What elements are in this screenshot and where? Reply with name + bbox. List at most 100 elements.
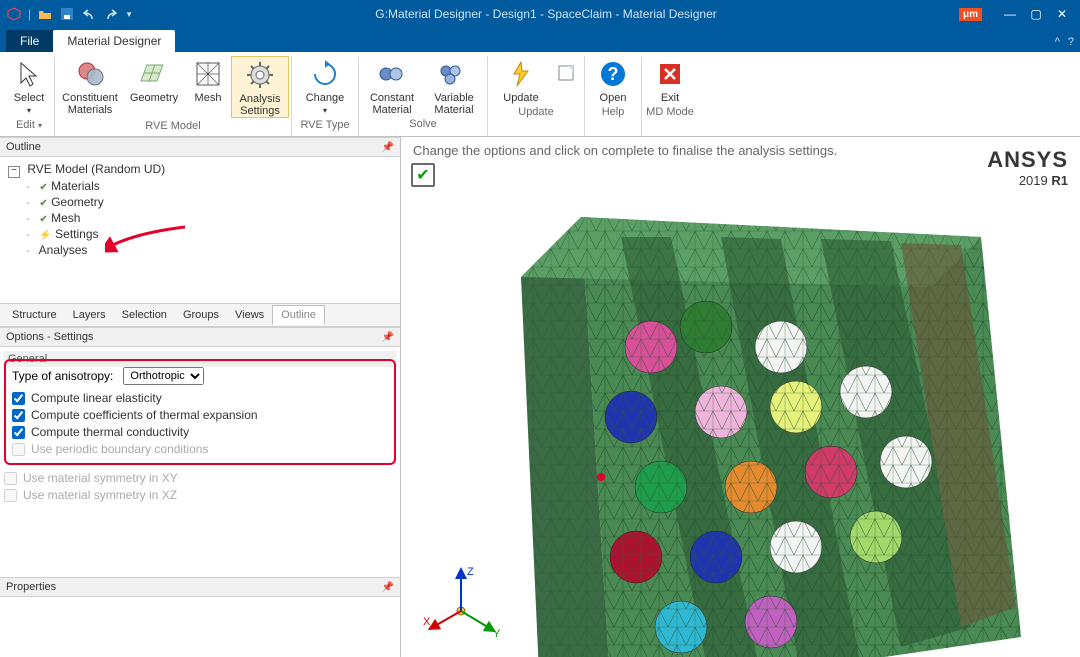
save-icon[interactable]	[59, 6, 75, 22]
ribbon-group-mode: Exit MD Mode	[642, 56, 698, 136]
anisotropy-label: Type of anisotropy:	[12, 369, 113, 383]
app-icon	[6, 6, 22, 22]
exit-button[interactable]: Exit	[644, 56, 696, 104]
mesh-button[interactable]: Mesh	[185, 56, 231, 104]
ribbon-collapse-icon[interactable]: ^	[1055, 36, 1060, 48]
undo-icon[interactable]	[81, 6, 97, 22]
open-help-button[interactable]: ? Open	[587, 56, 639, 104]
axis-triad[interactable]: Z X Y	[421, 561, 501, 641]
option-sym-xz: Use material symmetry in XZ	[4, 488, 396, 502]
tree-item-materials[interactable]: · ✔ Materials	[26, 178, 396, 194]
ribbon-group-solve: Constant Material Variable Material Solv…	[359, 56, 488, 136]
ribbon-group-edit: Select ▾ Edit ▾	[4, 56, 55, 136]
tree-item-analyses[interactable]: · Analyses	[26, 242, 396, 258]
3d-viewport[interactable]: Change the options and click on complete…	[401, 137, 1080, 657]
tree-root[interactable]: − RVE Model (Random UD) · ✔ Materials · …	[8, 161, 396, 259]
analysis-settings-button[interactable]: Analysis Settings	[231, 56, 289, 118]
open-icon[interactable]	[37, 6, 53, 22]
properties-panel: Properties 📌	[0, 577, 400, 657]
checkbox-periodic-bc	[12, 443, 25, 456]
brand-name: ANSYS	[987, 147, 1068, 173]
tab-selection[interactable]: Selection	[114, 306, 175, 324]
tree-item-settings[interactable]: · ⚡ Settings	[26, 226, 396, 242]
tree-item-mesh[interactable]: · ✔ Mesh	[26, 210, 396, 226]
change-label: Change	[306, 92, 345, 104]
complete-button[interactable]: ✔	[411, 163, 435, 187]
variable-material-button[interactable]: Variable Material	[423, 56, 485, 116]
checkbox-thermal-conductivity[interactable]	[12, 426, 25, 439]
change-button[interactable]: Change ▾	[294, 56, 356, 117]
tab-groups[interactable]: Groups	[175, 306, 227, 324]
group-label-edit: Edit ▾	[6, 117, 52, 133]
group-label-update: Update	[490, 104, 582, 120]
tree-item-geometry[interactable]: · ✔ Geometry	[26, 194, 396, 210]
maximize-button[interactable]: ▢	[1024, 4, 1048, 24]
update-button[interactable]: Update	[490, 56, 552, 104]
mesh-label: Mesh	[195, 92, 222, 104]
label-thermal-conductivity: Compute thermal conductivity	[31, 425, 189, 439]
option-thermal-conductivity: Compute thermal conductivity	[12, 425, 388, 439]
label-thermal-expansion: Compute coefficients of thermal expansio…	[31, 408, 258, 422]
model-tree[interactable]: − RVE Model (Random UD) · ✔ Materials · …	[4, 161, 396, 259]
anisotropy-select[interactable]: Orthotropic	[123, 367, 204, 385]
geometry-label: Geometry	[130, 92, 178, 104]
constant-material-icon	[376, 58, 408, 90]
svg-text:?: ?	[608, 64, 619, 84]
viewport-hint: Change the options and click on complete…	[413, 143, 837, 158]
unit-badge[interactable]: μm	[959, 8, 982, 21]
dropdown-icon: ▾	[27, 105, 31, 117]
geometry-button[interactable]: Geometry	[123, 56, 185, 104]
checkbox-thermal-expansion[interactable]	[12, 409, 25, 422]
label-elasticity: Compute linear elasticity	[31, 391, 162, 405]
window-title: G:Material Designer - Design1 - SpaceCla…	[133, 7, 959, 21]
pin-icon[interactable]: 📌	[382, 332, 394, 343]
select-button[interactable]: Select ▾	[6, 56, 52, 117]
material-designer-tab[interactable]: Material Designer	[53, 30, 175, 52]
collapse-icon[interactable]: −	[8, 166, 20, 178]
qat-sep: |	[28, 7, 31, 21]
pin-icon[interactable]: 📌	[382, 582, 394, 593]
tab-outline[interactable]: Outline	[272, 305, 325, 325]
option-periodic-bc: Use periodic boundary conditions	[12, 442, 388, 456]
constituent-materials-button[interactable]: Constituent Materials	[57, 56, 123, 116]
tab-views[interactable]: Views	[227, 306, 272, 324]
tab-structure[interactable]: Structure	[4, 306, 65, 324]
group-label-mode: MD Mode	[644, 104, 696, 120]
options-panel: Options - Settings 📌 General Type of ani…	[0, 327, 400, 577]
group-label-rve: RVE Model	[57, 118, 289, 134]
cursor-icon	[13, 58, 45, 90]
label-sym-xy: Use material symmetry in XY	[23, 471, 178, 485]
file-tab[interactable]: File	[6, 30, 53, 52]
minimize-button[interactable]: —	[998, 4, 1022, 24]
constant-material-button[interactable]: Constant Material	[361, 56, 423, 116]
constituent-materials-label: Constituent Materials	[62, 92, 118, 116]
variable-material-icon	[438, 58, 470, 90]
checkbox-elasticity[interactable]	[12, 392, 25, 405]
axis-x-label: X	[423, 616, 431, 628]
axis-z-label: Z	[467, 566, 474, 578]
dropdown-icon: ▾	[323, 105, 327, 117]
change-icon	[309, 58, 341, 90]
option-thermal-expansion: Compute coefficients of thermal expansio…	[12, 408, 388, 422]
update-label: Update	[503, 92, 538, 104]
pin-icon[interactable]: 📌	[382, 142, 394, 153]
annotation-highlight-box: Type of anisotropy: Orthotropic Compute …	[4, 359, 396, 465]
checkbox-sym-xy	[4, 472, 17, 485]
group-label-rvetype: RVE Type	[294, 117, 356, 133]
options-header: Options - Settings 📌	[0, 327, 400, 347]
update-options-button[interactable]	[552, 56, 582, 82]
ribbon-tabs: File Material Designer ^ ?	[0, 28, 1080, 52]
properties-header: Properties 📌	[0, 577, 400, 597]
qat-dropdown-icon[interactable]: ▼	[125, 10, 133, 19]
lightning-icon	[505, 58, 537, 90]
constant-material-label: Constant Material	[370, 92, 414, 116]
close-button[interactable]: ✕	[1050, 4, 1074, 24]
analysis-settings-label: Analysis Settings	[240, 93, 281, 117]
group-label-solve: Solve	[361, 116, 485, 132]
outline-tabs: Structure Layers Selection Groups Views …	[0, 303, 400, 327]
label-sym-xz: Use material symmetry in XZ	[23, 488, 177, 502]
checkbox-sym-xz	[4, 489, 17, 502]
redo-icon[interactable]	[103, 6, 119, 22]
tab-layers[interactable]: Layers	[65, 306, 114, 324]
help-icon[interactable]: ?	[1068, 36, 1074, 48]
